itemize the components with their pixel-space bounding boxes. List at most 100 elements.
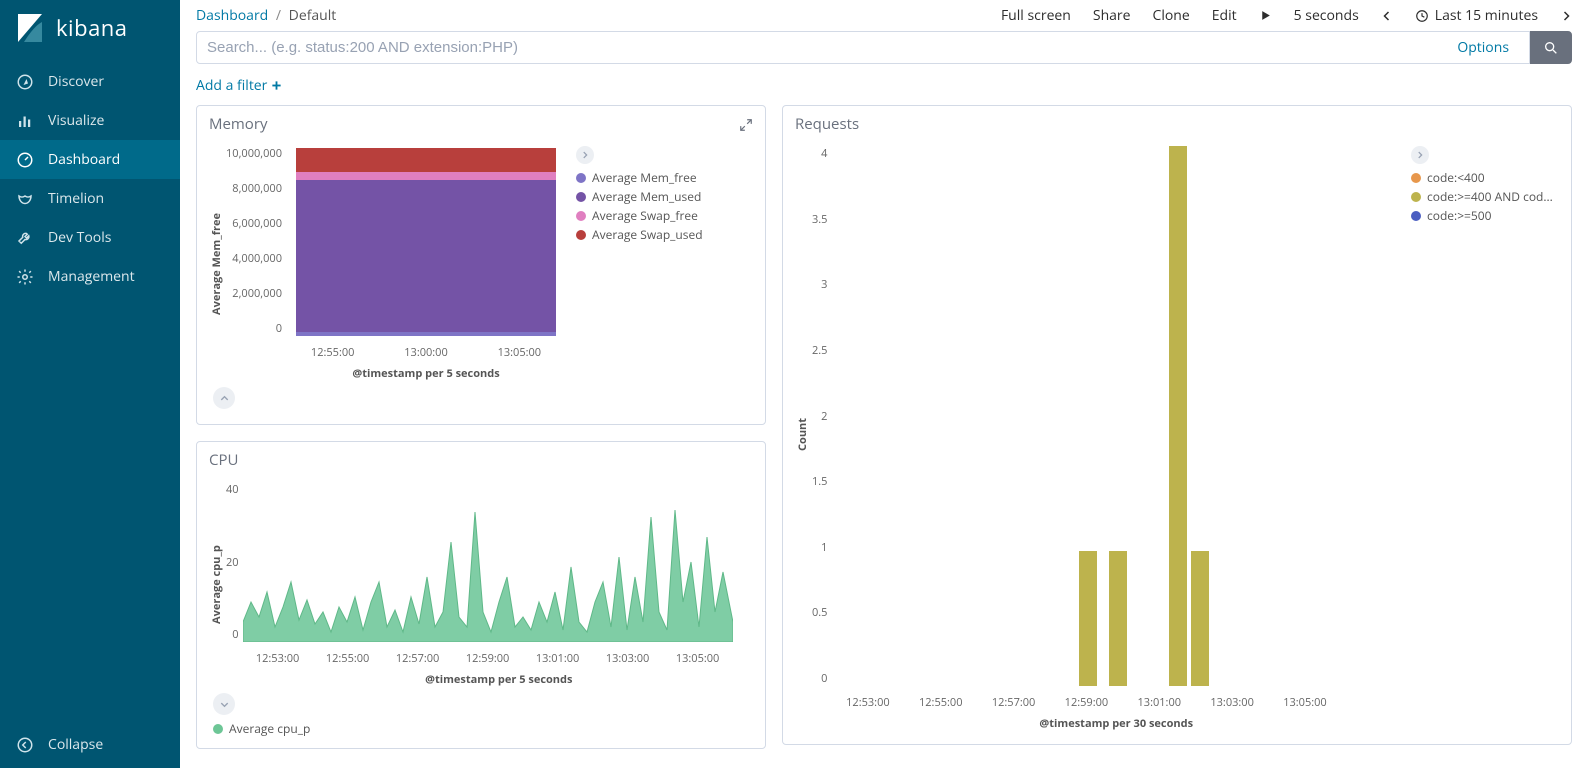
- legend-toggle-button[interactable]: [576, 146, 594, 164]
- chart-xticks: 12:55:00 13:00:00 13:05:00: [286, 341, 566, 360]
- legend-dot-icon: [1411, 211, 1421, 221]
- chart-yticks: 10,000,000 8,000,000 6,000,000 4,000,000…: [226, 146, 286, 336]
- add-filter-label: Add a filter: [196, 76, 267, 95]
- sidebar-item-label: Discover: [48, 72, 104, 91]
- share-button[interactable]: Share: [1093, 6, 1131, 25]
- chart-ylabel: Average Mem_free: [207, 146, 226, 381]
- sidebar-item-devtools[interactable]: Dev Tools: [0, 218, 180, 257]
- compass-icon: [16, 73, 34, 91]
- gauge-icon: [16, 151, 34, 169]
- chart-xlabel: @timestamp per 5 seconds: [243, 666, 755, 687]
- sidebar-collapse[interactable]: Collapse: [0, 721, 180, 768]
- panel-requests: Requests Count 4 3.5 3 2.5 2: [782, 105, 1572, 745]
- chart-xticks: 12:53:00 12:55:00 12:57:00 12:59:00 13:0…: [243, 647, 733, 666]
- search-options-link[interactable]: Options: [1447, 38, 1519, 57]
- panel-cpu: CPU Average cpu_p 40 20 0: [196, 441, 766, 749]
- mask-icon: [16, 190, 34, 208]
- legend-toggle-button[interactable]: [1411, 146, 1429, 164]
- clock-icon: [1415, 9, 1429, 23]
- sidebar-item-label: Visualize: [48, 111, 104, 130]
- chart-yticks: 40 20 0: [226, 482, 243, 642]
- search-row: Options: [180, 27, 1588, 72]
- panel-title: Memory: [209, 114, 267, 134]
- legend-toggle-bottom-button[interactable]: [213, 387, 235, 409]
- legend-item[interactable]: Average Swap_free: [576, 206, 703, 225]
- chart-ylabel: Average cpu_p: [207, 482, 226, 687]
- time-range-picker[interactable]: Last 15 minutes: [1415, 6, 1538, 25]
- breadcrumb: Dashboard / Default: [196, 6, 336, 25]
- legend-item[interactable]: Average Mem_free: [576, 168, 703, 187]
- legend-item[interactable]: code:>=400 AND cod...: [1411, 187, 1561, 206]
- legend-dot-icon: [576, 173, 586, 183]
- main: Dashboard / Default Full screen Share Cl…: [180, 0, 1588, 768]
- cpu-chart[interactable]: [243, 482, 733, 642]
- sidebar-nav: Discover Visualize Dashboard Timelion De…: [0, 62, 180, 721]
- edit-button[interactable]: Edit: [1212, 6, 1237, 25]
- legend-dot-icon: [576, 192, 586, 202]
- search-submit-button[interactable]: [1530, 31, 1572, 64]
- sidebar-item-label: Management: [48, 267, 135, 286]
- sidebar-item-discover[interactable]: Discover: [0, 62, 180, 101]
- topbar: Dashboard / Default Full screen Share Cl…: [180, 0, 1588, 27]
- brand-logo[interactable]: kibana: [0, 0, 180, 62]
- chart-xticks: 12:53:00 12:55:00 12:57:00 12:59:00 13:0…: [831, 691, 1341, 710]
- plus-icon: [271, 80, 282, 91]
- legend-dot-icon: [576, 230, 586, 240]
- time-next-button[interactable]: [1560, 10, 1572, 22]
- sidebar-item-management[interactable]: Management: [0, 257, 180, 296]
- collapse-icon: [16, 736, 34, 754]
- legend-item[interactable]: code:<400: [1411, 168, 1561, 187]
- filter-bar: Add a filter: [180, 72, 1588, 105]
- search-icon: [1543, 40, 1559, 56]
- wrench-icon: [16, 229, 34, 247]
- legend-dot-icon: [213, 724, 223, 734]
- panel-title: CPU: [209, 450, 238, 470]
- kibana-logo-icon: [14, 12, 46, 44]
- chart-legend: Average Mem_free Average Mem_used Averag…: [566, 146, 703, 381]
- legend-dot-icon: [576, 211, 586, 221]
- chart-legend: code:<400 code:>=400 AND cod... code:>=5…: [1401, 146, 1561, 722]
- gear-icon: [16, 268, 34, 286]
- add-filter-button[interactable]: Add a filter: [196, 76, 282, 95]
- sidebar-item-timelion[interactable]: Timelion: [0, 179, 180, 218]
- search-box[interactable]: Options: [196, 31, 1530, 64]
- sidebar-item-visualize[interactable]: Visualize: [0, 101, 180, 140]
- collapse-label: Collapse: [48, 735, 103, 754]
- legend-toggle-bottom-button[interactable]: [213, 693, 235, 715]
- legend-item[interactable]: Average cpu_p: [213, 719, 755, 738]
- sidebar-item-label: Dashboard: [48, 150, 120, 169]
- dashboard-content: Memory Average Mem_free 10,000,000: [180, 105, 1588, 768]
- panel-title: Requests: [795, 114, 859, 134]
- panel-memory: Memory Average Mem_free 10,000,000: [196, 105, 766, 425]
- legend-item[interactable]: Average Mem_used: [576, 187, 703, 206]
- refresh-interval[interactable]: 5 seconds: [1294, 6, 1359, 25]
- sidebar-item-label: Dev Tools: [48, 228, 111, 247]
- panel-expand-button[interactable]: [739, 117, 753, 131]
- fullscreen-button[interactable]: Full screen: [1001, 6, 1071, 25]
- clone-button[interactable]: Clone: [1153, 6, 1190, 25]
- breadcrumb-current: Default: [289, 6, 337, 25]
- memory-chart[interactable]: [286, 146, 566, 336]
- refresh-play-button[interactable]: [1259, 9, 1272, 22]
- top-actions: Full screen Share Clone Edit 5 seconds L…: [1001, 6, 1572, 25]
- sidebar: kibana Discover Visualize Dashboard Time…: [0, 0, 180, 768]
- chart-yticks: 4 3.5 3 2.5 2 1.5 1 0.5 0: [812, 146, 831, 686]
- brand-name: kibana: [56, 13, 128, 43]
- sidebar-item-label: Timelion: [48, 189, 104, 208]
- requests-chart[interactable]: [831, 146, 1341, 686]
- chart-ylabel: Count: [793, 146, 812, 722]
- search-input[interactable]: [207, 39, 1519, 56]
- legend-item[interactable]: Average Swap_used: [576, 225, 703, 244]
- time-range-label: Last 15 minutes: [1435, 6, 1538, 25]
- time-prev-button[interactable]: [1381, 10, 1393, 22]
- legend-dot-icon: [1411, 173, 1421, 183]
- breadcrumb-root[interactable]: Dashboard: [196, 6, 268, 25]
- chart-xlabel: @timestamp per 30 seconds: [831, 710, 1401, 731]
- chart-legend: Average cpu_p: [207, 719, 755, 738]
- bar-chart-icon: [16, 112, 34, 130]
- legend-dot-icon: [1411, 192, 1421, 202]
- breadcrumb-sep: /: [272, 6, 285, 25]
- chart-xlabel: @timestamp per 5 seconds: [286, 360, 566, 381]
- sidebar-item-dashboard[interactable]: Dashboard: [0, 140, 180, 179]
- legend-item[interactable]: code:>=500: [1411, 206, 1561, 225]
